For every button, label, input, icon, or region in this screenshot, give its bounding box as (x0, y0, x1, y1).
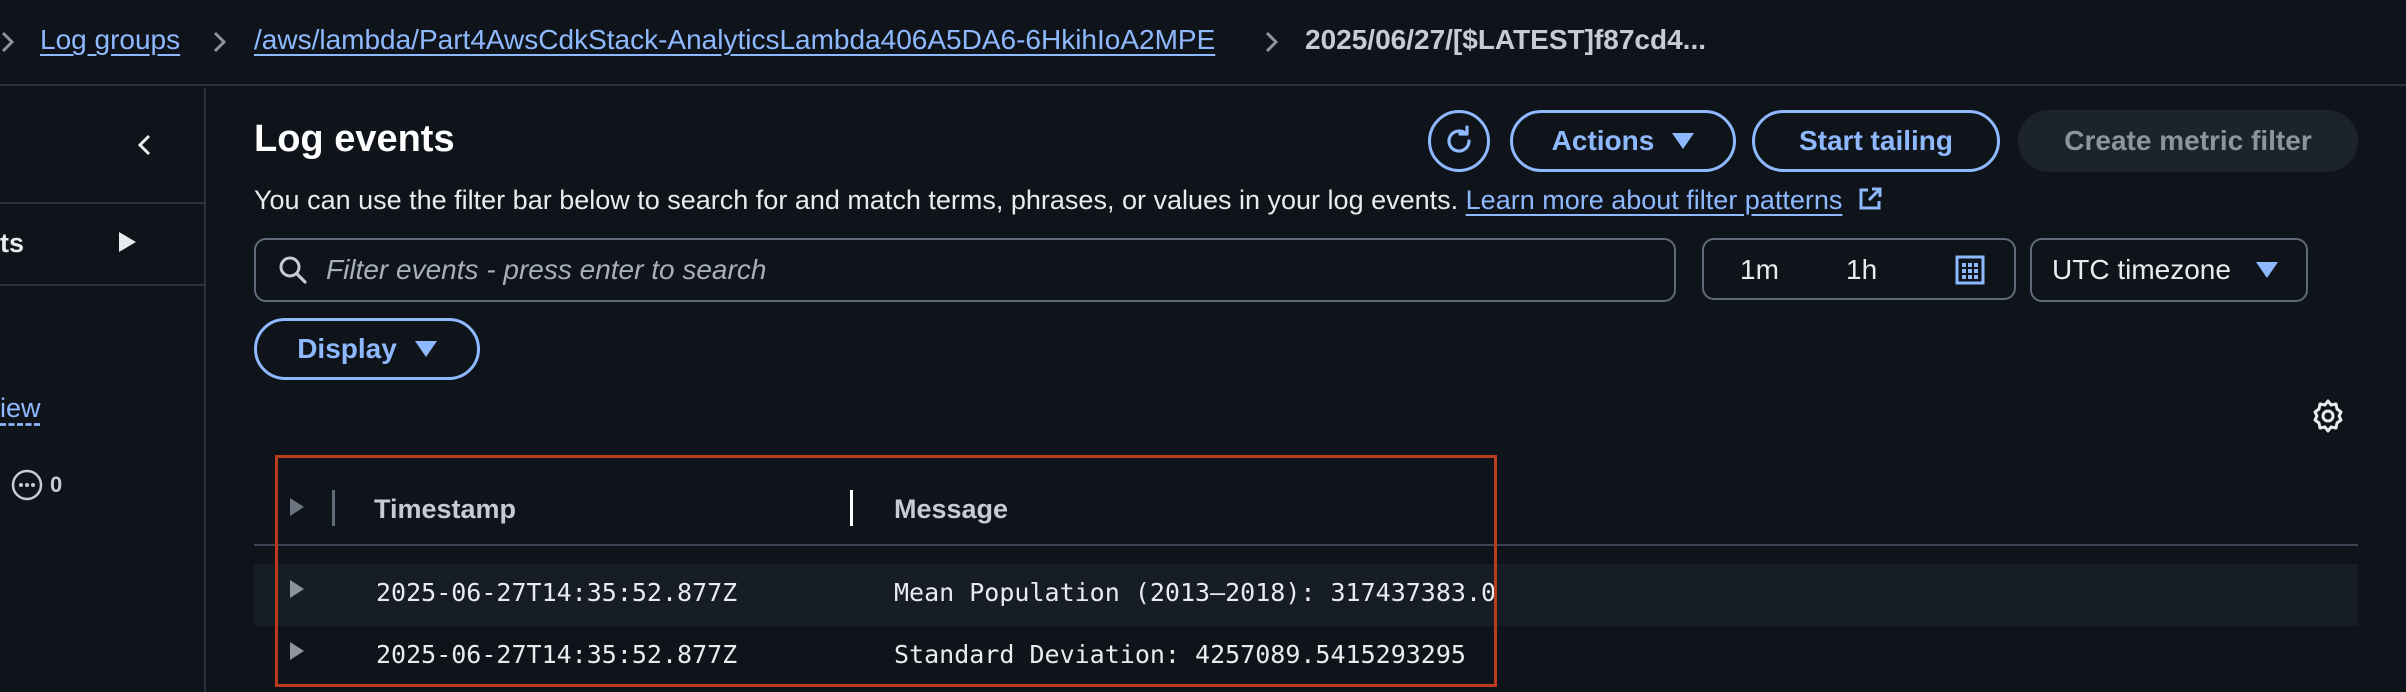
timezone-select[interactable]: UTC timezone (2030, 238, 2308, 302)
external-link-icon[interactable] (1856, 185, 1884, 213)
caret-down-icon (2256, 262, 2278, 278)
filter-search-box[interactable] (254, 238, 1676, 302)
chevron-right-icon (213, 31, 227, 53)
filter-events-input[interactable] (326, 240, 1674, 300)
nav-link[interactable]: iew (0, 393, 41, 424)
timezone-label: UTC timezone (2052, 254, 2231, 285)
refresh-button[interactable] (1428, 110, 1490, 172)
chevron-right-icon (1, 31, 15, 53)
time-range-selector: 1m 1h (1702, 238, 2016, 300)
range-1m[interactable]: 1m (1740, 254, 1779, 286)
display-button[interactable]: Display (254, 318, 480, 380)
display-label: Display (297, 333, 397, 364)
search-icon (279, 256, 307, 284)
start-tailing-button[interactable]: Start tailing (1752, 110, 2000, 172)
breadcrumb: Log groups /aws/lambda/Part4AwsCdkStack-… (0, 0, 2406, 86)
nav-item-label[interactable]: ts (0, 228, 24, 259)
cell-timestamp: 2025-06-27T14:35:52.877Z (376, 640, 738, 669)
actions-label: Actions (1551, 125, 1655, 156)
create-metric-filter-label: Create metric filter (2064, 125, 2312, 156)
count-badge: 0 (50, 472, 63, 497)
log-events-table-header: Timestamp Message (254, 476, 2358, 546)
calendar-icon[interactable] (1954, 254, 1986, 286)
cloudwatch-log-events-page: Log groups /aws/lambda/Part4AwsCdkStack-… (0, 0, 2406, 692)
expand-triangle-icon[interactable] (116, 230, 138, 254)
nav-divider (0, 202, 204, 204)
more-dots-circle-icon (11, 469, 43, 501)
breadcrumb-log-group[interactable]: /aws/lambda/Part4AwsCdkStack-AnalyticsLa… (254, 24, 1215, 56)
gear-icon[interactable] (2310, 398, 2346, 434)
range-1h[interactable]: 1h (1846, 254, 1877, 286)
cell-message: Standard Deviation: 4257089.5415293295 (894, 640, 1466, 669)
create-metric-filter-button[interactable]: Create metric filter (2018, 110, 2358, 172)
table-row[interactable]: 2025-06-27T14:35:52.877Z Mean Population… (254, 564, 2358, 626)
column-header-message[interactable]: Message (894, 494, 1008, 525)
cell-message: Mean Population (2013–2018): 317437383.0 (894, 578, 1497, 607)
caret-down-icon (1672, 133, 1695, 149)
column-separator (332, 490, 335, 526)
start-tailing-label: Start tailing (1798, 125, 1953, 156)
page-title: Log events (254, 118, 455, 160)
learn-more-link[interactable]: Learn more about filter patterns (1466, 185, 1843, 215)
expand-row-triangle-icon[interactable] (288, 640, 306, 662)
expand-all-triangle-icon[interactable] (288, 496, 306, 518)
actions-button[interactable]: Actions (1510, 110, 1736, 172)
column-resize-handle[interactable] (850, 490, 853, 526)
breadcrumb-log-stream: 2025/06/27/[$LATEST]f87cd4... (1305, 24, 1706, 55)
table-row[interactable]: 2025-06-27T14:35:52.877Z Standard Deviat… (254, 626, 2358, 688)
expand-row-triangle-icon[interactable] (288, 578, 306, 600)
caret-down-icon (414, 341, 437, 357)
chevron-right-icon (1265, 31, 1279, 53)
cell-timestamp: 2025-06-27T14:35:52.877Z (376, 578, 738, 607)
refresh-icon (1447, 125, 1471, 153)
side-navigation: ts iew 0 (0, 88, 206, 692)
filter-description: You can use the filter bar below to sear… (254, 185, 1884, 216)
column-header-timestamp[interactable]: Timestamp (374, 494, 516, 525)
nav-divider (0, 284, 204, 286)
description-text: You can use the filter bar below to sear… (254, 185, 1459, 215)
collapse-chevron-left-icon[interactable] (128, 128, 162, 162)
breadcrumb-log-groups[interactable]: Log groups (40, 24, 180, 56)
